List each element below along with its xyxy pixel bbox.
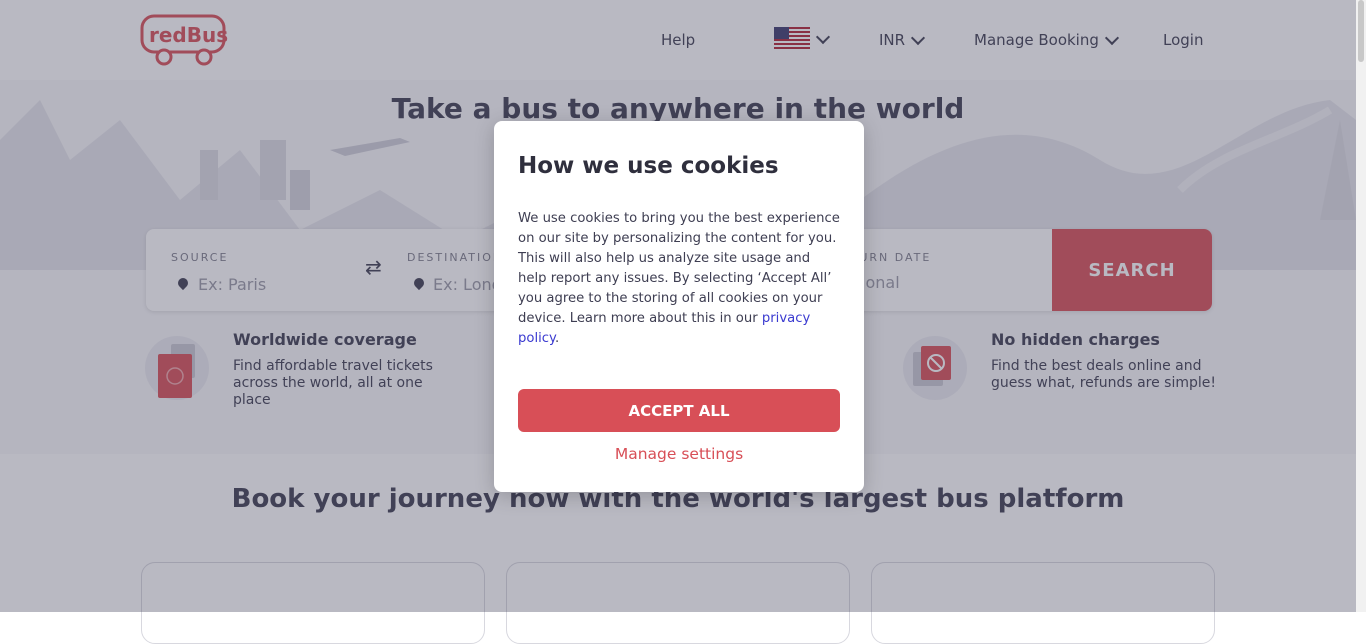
scrollbar-thumb[interactable] bbox=[1358, 0, 1364, 62]
scrollbar[interactable] bbox=[1356, 0, 1366, 612]
cookie-dialog-text: We use cookies to bring you the best exp… bbox=[518, 209, 840, 349]
accept-all-button[interactable]: ACCEPT ALL bbox=[518, 389, 840, 432]
cookie-body-end: . bbox=[554, 331, 560, 346]
cookie-consent-dialog: How we use cookies We use cookies to bri… bbox=[494, 121, 864, 492]
cookie-body-text: We use cookies to bring you the best exp… bbox=[518, 211, 840, 326]
cookie-dialog-title: How we use cookies bbox=[518, 153, 779, 179]
manage-settings-link[interactable]: Manage settings bbox=[494, 445, 864, 463]
